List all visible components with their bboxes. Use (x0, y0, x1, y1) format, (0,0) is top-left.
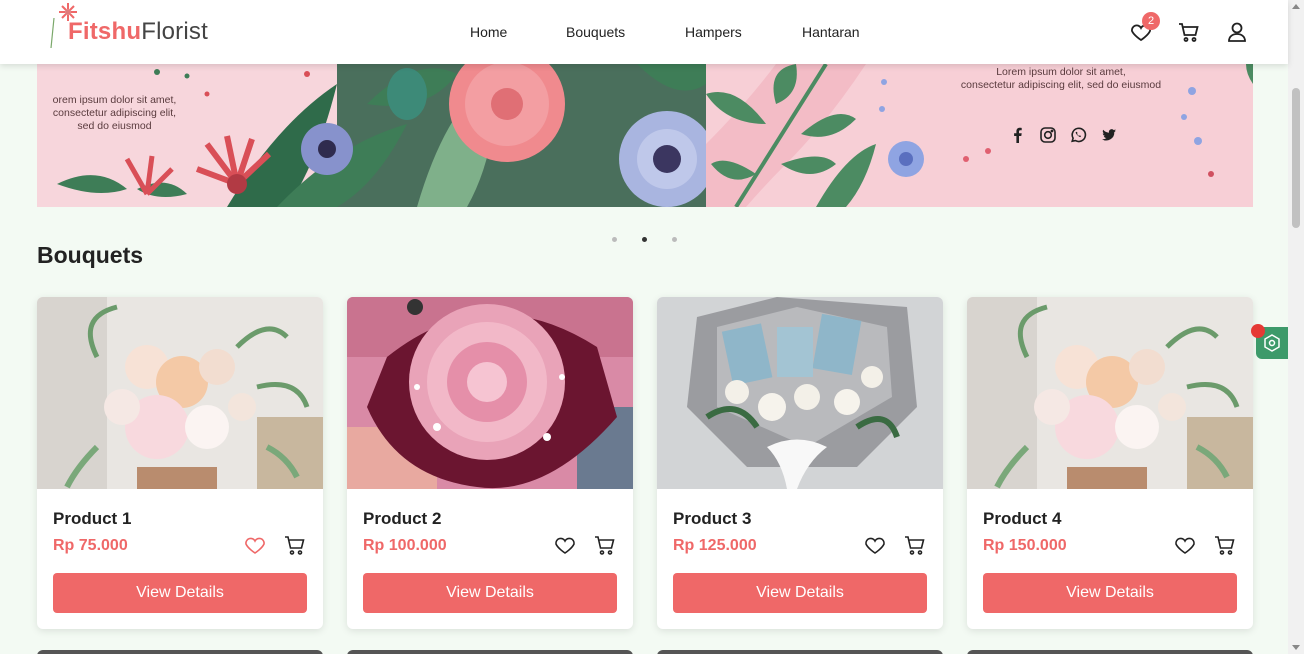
brand-name: FitshuFlorist (68, 18, 208, 46)
brand-name-part2: Florist (141, 18, 208, 45)
product-image-3[interactable] (657, 297, 943, 489)
carousel-dot-1[interactable] (612, 237, 617, 242)
cart-icon[interactable] (903, 533, 927, 557)
product-name[interactable]: Product 4 (983, 509, 1061, 529)
product-card-4[interactable]: Product 4 Rp 150.000 View Details (967, 297, 1253, 629)
notification-dot (1251, 324, 1265, 338)
product-price: Rp 75.000 (53, 537, 128, 554)
flower-illustration (37, 64, 706, 207)
product-card-3[interactable]: Product 3 Rp 125.000 View Details (657, 297, 943, 629)
product-image-4[interactable] (967, 297, 1253, 489)
heart-icon[interactable] (863, 533, 887, 557)
heart-icon[interactable] (553, 533, 577, 557)
cart-icon[interactable] (593, 533, 617, 557)
banner-slide-right: Lorem ipsum dolor sit amet, consectetur … (706, 64, 1253, 207)
product-price: Rp 150.000 (983, 537, 1067, 554)
heart-icon[interactable] (1173, 533, 1197, 557)
cart-icon[interactable] (1213, 533, 1237, 557)
scroll-up-arrow-icon[interactable] (1292, 4, 1300, 9)
banner-slide-left: orem ipsum dolor sit amet, consectetur a… (37, 64, 706, 207)
product-price: Rp 125.000 (673, 537, 757, 554)
twitter-icon[interactable] (1100, 126, 1118, 144)
cart-icon[interactable] (283, 533, 307, 557)
carousel-dot-3[interactable] (672, 237, 677, 242)
product-name[interactable]: Product 3 (673, 509, 751, 529)
instagram-icon[interactable] (1039, 126, 1057, 144)
next-row-card-4 (967, 650, 1253, 654)
brand-name-part1: Fitshu (68, 18, 142, 45)
view-details-button[interactable]: View Details (673, 573, 927, 613)
product-name[interactable]: Product 2 (363, 509, 441, 529)
cart-icon[interactable] (1177, 20, 1201, 44)
product-price: Rp 100.000 (363, 537, 447, 554)
user-icon[interactable] (1225, 20, 1249, 44)
whatsapp-icon[interactable] (1069, 126, 1087, 144)
banner-left-text: orem ipsum dolor sit amet, consectetur a… (52, 94, 177, 132)
next-row-card-2 (347, 650, 633, 654)
scroll-down-arrow-icon[interactable] (1292, 645, 1300, 650)
product-name[interactable]: Product 1 (53, 509, 131, 529)
next-row-card-3 (657, 650, 943, 654)
product-card-1[interactable]: Product 1 Rp 75.000 View Details (37, 297, 323, 629)
nav-hampers[interactable]: Hampers (685, 24, 742, 40)
heart-icon[interactable] (243, 533, 267, 557)
scroll-thumb[interactable] (1292, 88, 1300, 228)
next-row-card-1 (37, 650, 323, 654)
carousel-dot-2[interactable] (642, 237, 647, 242)
nav-home[interactable]: Home (470, 24, 507, 40)
page-scrollbar[interactable] (1288, 0, 1304, 654)
view-details-button[interactable]: View Details (53, 573, 307, 613)
product-image-1[interactable] (37, 297, 323, 489)
product-card-2[interactable]: Product 2 Rp 100.000 View Details (347, 297, 633, 629)
banner-right-text: Lorem ipsum dolor sit amet, consectetur … (960, 66, 1162, 91)
nav-bouquets[interactable]: Bouquets (566, 24, 625, 40)
facebook-icon[interactable] (1009, 126, 1027, 144)
view-details-button[interactable]: View Details (363, 573, 617, 613)
section-title-bouquets: Bouquets (37, 242, 144, 268)
nav-hantaran[interactable]: Hantaran (802, 24, 860, 40)
site-header: FitshuFlorist Home Bouquets Hampers Hant… (0, 0, 1288, 64)
wishlist-count-badge: 2 (1142, 12, 1160, 30)
product-image-2[interactable] (347, 297, 633, 489)
hero-banner[interactable]: orem ipsum dolor sit amet, consectetur a… (37, 64, 1253, 207)
view-details-button[interactable]: View Details (983, 573, 1237, 613)
